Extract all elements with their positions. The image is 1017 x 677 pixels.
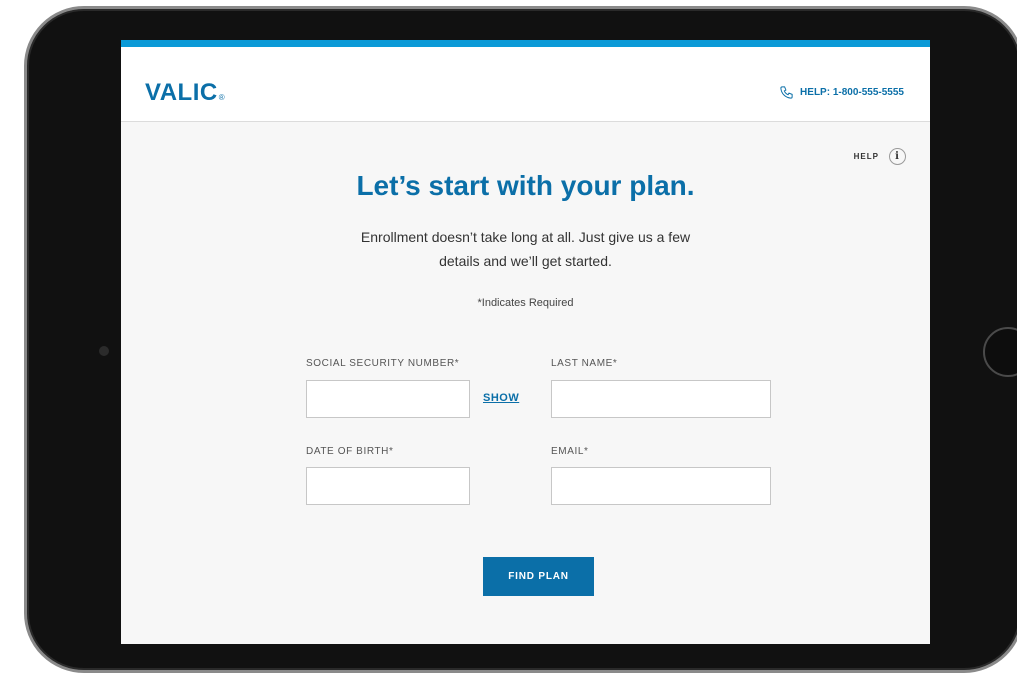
show-ssn-link[interactable]: SHOW [483, 392, 519, 404]
last-name-input[interactable] [551, 380, 771, 418]
camera-lens [99, 346, 109, 356]
dob-label: DATE OF BIRTH* [306, 446, 394, 457]
dob-input[interactable] [306, 467, 470, 505]
help-label: HELP [853, 152, 879, 161]
site-header: VALIC® HELP: 1-800-555-5555 [121, 47, 930, 122]
help-phone-link[interactable]: HELP: 1-800-555-5555 [779, 85, 904, 100]
ssn-input[interactable] [306, 380, 470, 418]
screen: VALIC® HELP: 1-800-555-5555 HELP i Let’s… [121, 40, 930, 644]
last-name-label: LAST NAME* [551, 358, 618, 369]
logo-registered-mark: ® [218, 93, 226, 102]
email-input[interactable] [551, 467, 771, 505]
find-plan-button[interactable]: FIND PLAN [483, 557, 594, 596]
phone-icon [780, 86, 793, 99]
email-label: EMAIL* [551, 446, 589, 457]
logo-text: VALIC [145, 79, 218, 106]
help-phone-text: HELP: 1-800-555-5555 [800, 87, 904, 98]
help-toggle[interactable]: HELP i [854, 148, 906, 165]
page-subtitle: Enrollment doesn’t take long at all. Jus… [360, 229, 691, 269]
page-title: Let’s start with your plan. [356, 170, 695, 201]
info-icon[interactable]: i [889, 148, 906, 165]
top-accent-strip [121, 40, 930, 47]
valic-logo[interactable]: VALIC® [145, 79, 225, 107]
home-button[interactable] [983, 327, 1017, 377]
required-note: *Indicates Required [477, 297, 574, 309]
ssn-label: SOCIAL SECURITY NUMBER* [306, 358, 460, 369]
